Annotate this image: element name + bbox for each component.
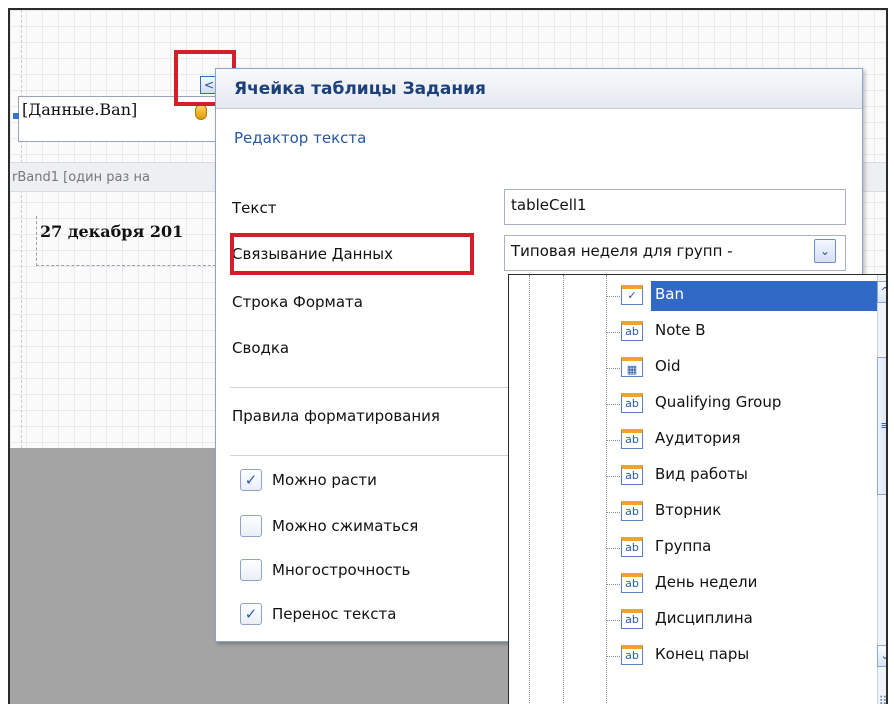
tree-connector — [606, 296, 620, 297]
divider — [230, 455, 530, 456]
screenshot-frame: [Данные.Ban] rBand1 [один раз на 27 дека… — [8, 8, 888, 704]
tree-item-note-b[interactable]: ab Note B — [509, 315, 877, 349]
tree-item-label: Дисциплина — [655, 609, 753, 627]
tree-connector — [606, 620, 620, 621]
text-field-icon: ab — [621, 465, 643, 485]
date-text: 27 декабря 201 — [40, 222, 184, 241]
tree-item-weekday[interactable]: ab День недели — [509, 567, 877, 601]
selection-marker — [13, 113, 19, 119]
text-field-icon: ab — [621, 321, 643, 341]
tree-item-end-of-pair[interactable]: ab Конец пары — [509, 639, 877, 673]
margin-guide — [21, 10, 22, 448]
tree-item-label: Note B — [655, 321, 706, 339]
scroll-thumb[interactable]: ≡ — [877, 357, 886, 495]
dropdown-arrow-icon[interactable]: ⌄ — [814, 239, 836, 263]
field-expression-text: [Данные.Ban] — [22, 100, 138, 119]
tree-item-label: Вид работы — [655, 465, 748, 483]
resize-grip-icon[interactable]: ⠿ — [875, 693, 886, 704]
tree-item-qualifying-group[interactable]: ab Qualifying Group — [509, 387, 877, 421]
tree-connector — [606, 404, 620, 405]
scroll-up-icon[interactable]: ^ — [877, 281, 886, 303]
checkmark-icon: ✓ — [244, 605, 258, 623]
word-wrap-label: Перенос текста — [272, 605, 397, 623]
tree-item-group[interactable]: ab Группа — [509, 531, 877, 565]
text-field-icon: ab — [621, 429, 643, 449]
tree-item-discipline[interactable]: ab Дисциплина — [509, 603, 877, 637]
text-field-icon: ab — [621, 645, 643, 665]
tree-connector — [606, 332, 620, 333]
text-field-icon: ab — [621, 537, 643, 557]
tree-connector — [606, 476, 620, 477]
checkmark-icon: ✓ — [244, 471, 258, 489]
can-shrink-checkbox[interactable] — [240, 515, 262, 537]
tree-connector — [606, 584, 620, 585]
summary-label[interactable]: Сводка — [232, 339, 289, 357]
data-binding-highlight — [230, 233, 474, 275]
tree-item-auditorium[interactable]: ab Аудитория — [509, 423, 877, 457]
tree-item-work-type[interactable]: ab Вид работы — [509, 459, 877, 493]
data-binding-combo[interactable]: Типовая неделя для групп - — [504, 235, 846, 271]
cell-anchor-handle[interactable] — [195, 104, 207, 120]
tree-item-label: Qualifying Group — [655, 393, 782, 411]
text-field-icon: ab — [621, 573, 643, 593]
tree-connector — [606, 656, 620, 657]
tree-item-ban[interactable]: ✓ Ban — [509, 279, 877, 313]
tree-item-label: Конец пары — [655, 645, 750, 663]
word-wrap-checkbox[interactable]: ✓ — [240, 603, 262, 625]
tree-item-label: Аудитория — [655, 429, 741, 447]
tree-connector — [606, 368, 620, 369]
text-field-icon: ab — [621, 393, 643, 413]
check-icon: ✓ — [621, 285, 643, 305]
text-input[interactable]: tableCell1 — [504, 189, 846, 225]
text-editor-link[interactable]: Редактор текста — [234, 129, 366, 147]
tree-item-oid[interactable]: ▦ Oid — [509, 351, 877, 385]
formatting-rules-label[interactable]: Правила форматирования — [232, 407, 440, 425]
tree-item-label: Группа — [655, 537, 712, 555]
can-grow-checkbox[interactable]: ✓ — [240, 469, 262, 491]
text-label: Текст — [232, 199, 277, 217]
multiline-label: Многострочность — [272, 561, 411, 579]
field-list-dropdown[interactable]: ✓ Ban ab Note B ▦ Oid ab Qualifying Grou… — [508, 274, 886, 704]
tree-connector — [606, 440, 620, 441]
selection-highlight — [651, 281, 877, 311]
tree-item-label: День недели — [655, 573, 758, 591]
can-grow-label: Можно расти — [272, 471, 377, 489]
can-shrink-label: Можно сжиматься — [272, 517, 419, 535]
format-string-label[interactable]: Строка Формата — [232, 293, 363, 311]
text-field-icon: ab — [621, 609, 643, 629]
divider — [230, 387, 530, 388]
tree-connector — [606, 548, 620, 549]
tree-item-label: Ban — [655, 285, 684, 303]
tree-item-label: Вторник — [655, 501, 722, 519]
tree-item-tuesday[interactable]: ab Вторник — [509, 495, 877, 529]
multiline-checkbox[interactable] — [240, 559, 262, 581]
text-field-icon: ab — [621, 501, 643, 521]
scroll-down-icon[interactable]: ⌄ — [877, 645, 886, 667]
tree-connector — [606, 512, 620, 513]
table-field-icon: ▦ — [621, 357, 643, 377]
band-caption: rBand1 [один раз на — [12, 170, 150, 185]
panel-title: Ячейка таблицы Задания — [234, 79, 486, 99]
tree-item-label: Oid — [655, 357, 681, 375]
